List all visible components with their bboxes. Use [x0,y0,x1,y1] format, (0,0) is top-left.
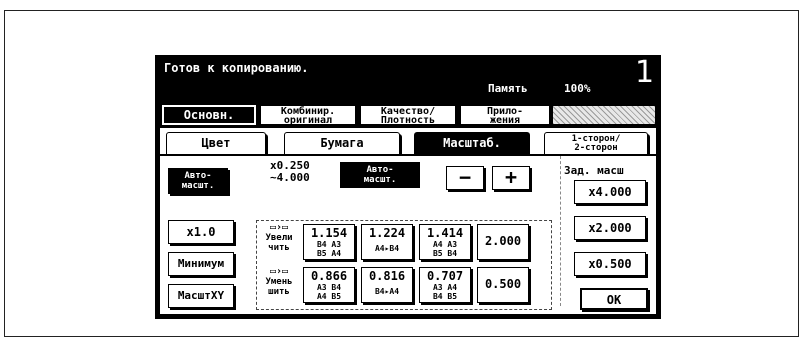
ratio-button-1224[interactable]: 1.224 A4▸B4 [361,224,413,260]
ratio-value: 0.816 [368,269,406,283]
subtab-paper[interactable]: Бумага [284,132,400,154]
enlarge-label-2: чить [268,243,290,253]
zoom-range-max: ~4.000 [270,171,310,184]
ratio-value: 1.224 [368,226,406,240]
status-message: Готов к копированию. [164,61,309,75]
ratio-paper-1: B4▸A4 [374,287,400,296]
tab-basic-label: Основн. [183,108,235,122]
memory-label: Память [488,82,528,95]
reduce-icon: ▭›▭ Умень шить [261,266,297,298]
preset-x05-button[interactable]: x0.500 [574,252,646,276]
ratio-paper-1: A3 B4 [316,283,342,292]
tab-label-line2: Плотность [380,115,436,126]
memory-value: 100% [564,82,591,95]
zoom-xy-button[interactable]: МасштXY [168,284,234,308]
ratio-button-0500[interactable]: 0.500 [477,267,529,303]
preset-separator [560,156,562,306]
reduce-icon-glyph: ▭›▭ [269,266,289,277]
enlarge-icon-glyph: ▭›▭ [269,222,289,233]
zoom-content: Цвет Бумага Масштаб. 1-сторон/ 2-сторон … [160,128,656,314]
auto-zoom-line2: масшт. [181,181,215,191]
tab-combine-original[interactable]: Комбинир. оригинал [260,105,356,126]
ratio-paper-1: A4▸B4 [374,244,400,253]
zoom-plus-button[interactable]: + [492,166,530,190]
ratio-value: 0.866 [310,269,348,283]
main-tab-bar: Основн. Комбинир. оригинал Качество/ Пло… [156,102,660,128]
copy-count: 1 [635,55,655,90]
preset-title: Зад. масш [564,164,624,177]
copier-panel: Готов к копированию. Память 100% 1 Основ… [155,55,661,319]
ok-button[interactable]: OK [580,288,648,310]
subtab-duplex-line2: 2-сторон [574,143,618,153]
reduce-label-1: Умень [265,277,293,287]
ratio-value: 0.707 [426,269,464,283]
auto-zoom-line1: Авто- [184,171,212,181]
preset-x2-button[interactable]: x2.000 [574,216,646,240]
ratio-button-1414[interactable]: 1.414 A4 A3 B5 B4 [419,224,471,260]
minimum-button[interactable]: Минимум [168,252,234,276]
ratio-paper-2: B5 A4 [316,249,342,258]
subtab-zoom[interactable]: Масштаб. [414,132,530,154]
ratio-paper-1: A3 A4 [432,283,458,292]
tab-basic[interactable]: Основн. [162,105,256,125]
tab-label-line2: оригинал [283,115,333,126]
ratio-paper-2: B5 B4 [432,249,458,258]
enlarge-icon: ▭›▭ Увели чить [261,222,297,254]
zoom-display: Авто- масшт. [340,162,420,188]
page-frame: Готов к копированию. Память 100% 1 Основ… [4,10,799,337]
ratio-value: 1.154 [310,226,348,240]
subtab-color[interactable]: Цвет [166,132,266,154]
zoom-display-line1: Авто- [366,165,394,175]
ratio-value: 1.414 [426,226,464,240]
reduce-label-2: шить [268,287,290,297]
status-bar: Готов к копированию. Память 100% 1 [156,56,660,102]
ratio-paper-2: A4 B5 [316,292,342,301]
zoom-display-line2: масшт. [363,175,397,185]
ratio-button-0707[interactable]: 0.707 A3 A4 B4 B5 [419,267,471,303]
preset-x4-button[interactable]: x4.000 [574,180,646,204]
tab-bar-filler [552,105,656,125]
tab-quality-density[interactable]: Качество/ Плотность [360,105,456,126]
ratio-value: 2.000 [484,234,522,248]
zoom-x1-button[interactable]: x1.0 [168,220,234,244]
zoom-minus-button[interactable]: − [446,166,484,190]
ratio-button-2000[interactable]: 2.000 [477,224,529,260]
ratio-button-0816[interactable]: 0.816 B4▸A4 [361,267,413,303]
preset-ratio-group: ▭›▭ Увели чить 1.154 B4 A3 B5 A4 1.224 A… [256,220,552,310]
ratio-paper-2: B4 B5 [432,292,458,301]
ratio-button-1154[interactable]: 1.154 B4 A3 B5 A4 [303,224,355,260]
ratio-value: 0.500 [484,277,522,291]
ratio-paper-1: A4 A3 [432,240,458,249]
ratio-paper-1: B4 A3 [316,240,342,249]
subtab-baseline [160,154,656,156]
auto-zoom-button[interactable]: Авто- масшт. [168,168,228,194]
ratio-button-0866[interactable]: 0.866 A3 B4 A4 B5 [303,267,355,303]
tab-applications[interactable]: Прило- жения [460,105,550,126]
enlarge-label-1: Увели [265,233,293,243]
tab-label-line2: жения [489,115,521,126]
zoom-range: x0.250 ~4.000 [270,160,310,184]
subtab-duplex[interactable]: 1-сторон/ 2-сторон [544,132,648,154]
